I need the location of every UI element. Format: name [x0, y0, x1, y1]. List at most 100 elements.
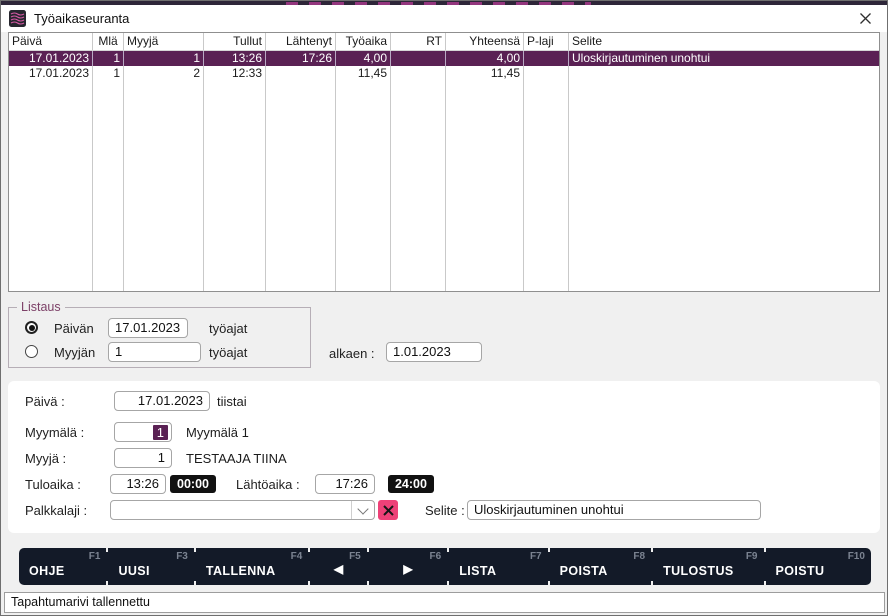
next-record-button[interactable]: ▶ F6: [369, 548, 447, 585]
previous-record-button[interactable]: ◀ F5: [310, 548, 366, 585]
uusi-button[interactable]: UUSI F3: [108, 548, 193, 585]
cell-selite: [569, 66, 879, 81]
paivan-suffix-label: työajat: [209, 321, 247, 336]
weekday-label: tiistai: [217, 394, 247, 409]
fkey-label: F8: [633, 551, 645, 562]
palkkalaji-select[interactable]: [110, 500, 375, 520]
listaus-paivan-row: Päivän 17.01.2023 työajat: [9, 318, 310, 338]
cell-mla: 1: [93, 66, 124, 81]
col-header-tullut: Tullut: [204, 33, 266, 50]
titlebar: Työaikaseuranta: [1, 5, 887, 32]
button-label: TALLENNA: [206, 564, 276, 578]
paiva-input[interactable]: 17.01.2023: [114, 391, 210, 411]
myyja-input[interactable]: 1: [114, 448, 172, 468]
worktime-table: Päivä Mlä Myyjä Tullut Lähtenyt Työaika …: [8, 32, 880, 292]
clear-x-icon: [383, 505, 394, 516]
fkey-label: F7: [530, 551, 542, 562]
cell-yhteensa: 11,45: [446, 66, 524, 81]
tallenna-button[interactable]: TALLENNA F4: [196, 548, 308, 585]
cell-plaji: [524, 66, 569, 81]
lahtoaika-input[interactable]: 17:26: [315, 474, 375, 494]
button-label: UUSI: [118, 564, 149, 578]
poista-button[interactable]: POISTA F8: [550, 548, 651, 585]
cell-selite: Uloskirjautuminen unohtui: [569, 51, 879, 66]
alkaen-label: alkaen :: [329, 346, 375, 361]
tuloaika-input[interactable]: 13:26: [110, 474, 166, 494]
close-button[interactable]: [851, 7, 879, 30]
button-label: OHJE: [29, 564, 65, 578]
paivan-date-input[interactable]: 17.01.2023: [108, 318, 188, 338]
app-window: Työaikaseuranta Päivä Mlä Myyjä Tullut L…: [0, 0, 888, 616]
radio-paivan[interactable]: [25, 321, 38, 334]
paiva-label: Päivä :: [25, 394, 108, 409]
detail-panel: Päivä : 17.01.2023 tiistai Myymälä : 1 M…: [8, 381, 880, 533]
col-header-lahtenyt: Lähtenyt: [266, 33, 336, 50]
radio-paivan-label: Päivän: [54, 321, 94, 336]
col-header-myyja: Myyjä: [124, 33, 204, 50]
lahtoaika-label: Lähtöaika :: [236, 477, 315, 492]
close-icon: [859, 12, 872, 25]
listaus-groupbox: Listaus Päivän 17.01.2023 työajat Myyjän…: [8, 307, 311, 368]
cell-lahtenyt: 17:26: [266, 51, 336, 66]
times-row: Tuloaika : 13:26 00:00 Lähtöaika : 17:26…: [25, 474, 434, 494]
palkkalaji-row: Palkkalaji : Selite : Uloskirjautuminen …: [25, 500, 761, 520]
fkey-label: F5: [349, 551, 361, 562]
tuloaika-label: Tuloaika :: [25, 477, 110, 492]
table-grid-filler: [9, 81, 879, 291]
cell-myyja: 1: [124, 51, 204, 66]
alkaen-date-input[interactable]: 1.01.2023: [386, 342, 482, 362]
radio-myyjan[interactable]: [25, 345, 38, 358]
myymala-name-label: Myymälä 1: [186, 425, 249, 440]
table-row[interactable]: 17.01.2023 1 2 12:33 11,45 11,45: [9, 66, 879, 81]
myyja-label: Myyjä :: [25, 451, 108, 466]
button-label: TULOSTUS: [663, 564, 734, 578]
fkey-label: F1: [89, 551, 101, 562]
grid-line: [9, 81, 93, 291]
grid-line: [569, 81, 879, 291]
col-header-selite: Selite: [569, 33, 879, 50]
selite-input[interactable]: Uloskirjautuminen unohtui: [467, 500, 761, 520]
grid-line: [336, 81, 391, 291]
palkkalaji-label: Palkkalaji :: [25, 503, 110, 518]
cell-paiva: 17.01.2023: [9, 51, 93, 66]
lahtoaika-max-badge: 24:00: [388, 475, 434, 493]
table-header-row: Päivä Mlä Myyjä Tullut Lähtenyt Työaika …: [9, 33, 879, 51]
palkkalaji-clear-button[interactable]: [378, 500, 398, 520]
fkey-label: F9: [746, 551, 758, 562]
chevron-down-icon: [357, 503, 368, 514]
grid-line: [391, 81, 446, 291]
ohje-button[interactable]: OHJE F1: [19, 548, 106, 585]
col-header-plaji: P-laji: [524, 33, 569, 50]
col-header-yhteensa: Yhteensä: [446, 33, 524, 50]
cell-tyoaika: 11,45: [336, 66, 391, 81]
listaus-myyjan-row: Myyjän 1 työajat: [9, 342, 310, 362]
dropdown-arrow-area: [351, 501, 374, 519]
function-toolbar: OHJE F1 UUSI F3 TALLENNA F4 ◀ F5 ▶ F6 LI…: [19, 548, 871, 585]
myyjan-number-input[interactable]: 1: [108, 342, 201, 362]
grid-line: [266, 81, 336, 291]
myyjan-suffix-label: työajat: [209, 345, 247, 360]
tuloaika-min-badge: 00:00: [170, 475, 216, 493]
button-label: LISTA: [459, 564, 496, 578]
selite-label: Selite :: [425, 503, 467, 518]
window-title: Työaikaseuranta: [34, 11, 129, 26]
myymala-input[interactable]: 1: [114, 422, 172, 442]
grid-line: [204, 81, 266, 291]
cell-paiva: 17.01.2023: [9, 66, 93, 81]
status-message: Tapahtumarivi tallennettu: [11, 595, 150, 609]
poistu-button[interactable]: POISTU F10: [766, 548, 871, 585]
fkey-label: F4: [291, 551, 303, 562]
grid-line: [524, 81, 569, 291]
grid-line: [446, 81, 524, 291]
cell-tullut: 12:33: [204, 66, 266, 81]
cell-mla: 1: [93, 51, 124, 66]
button-label: POISTA: [560, 564, 608, 578]
tulostus-button[interactable]: TULOSTUS F9: [653, 548, 763, 585]
paiva-row: Päivä : 17.01.2023 tiistai: [25, 391, 247, 411]
lista-button[interactable]: LISTA F7: [449, 548, 547, 585]
cell-myyja: 2: [124, 66, 204, 81]
cell-rt: [391, 66, 446, 81]
next-arrow-icon: ▶: [403, 562, 412, 576]
table-row-selected[interactable]: 17.01.2023 1 1 13:26 17:26 4,00 4,00 Ulo…: [9, 51, 879, 66]
radio-myyjan-label: Myyjän: [54, 345, 95, 360]
